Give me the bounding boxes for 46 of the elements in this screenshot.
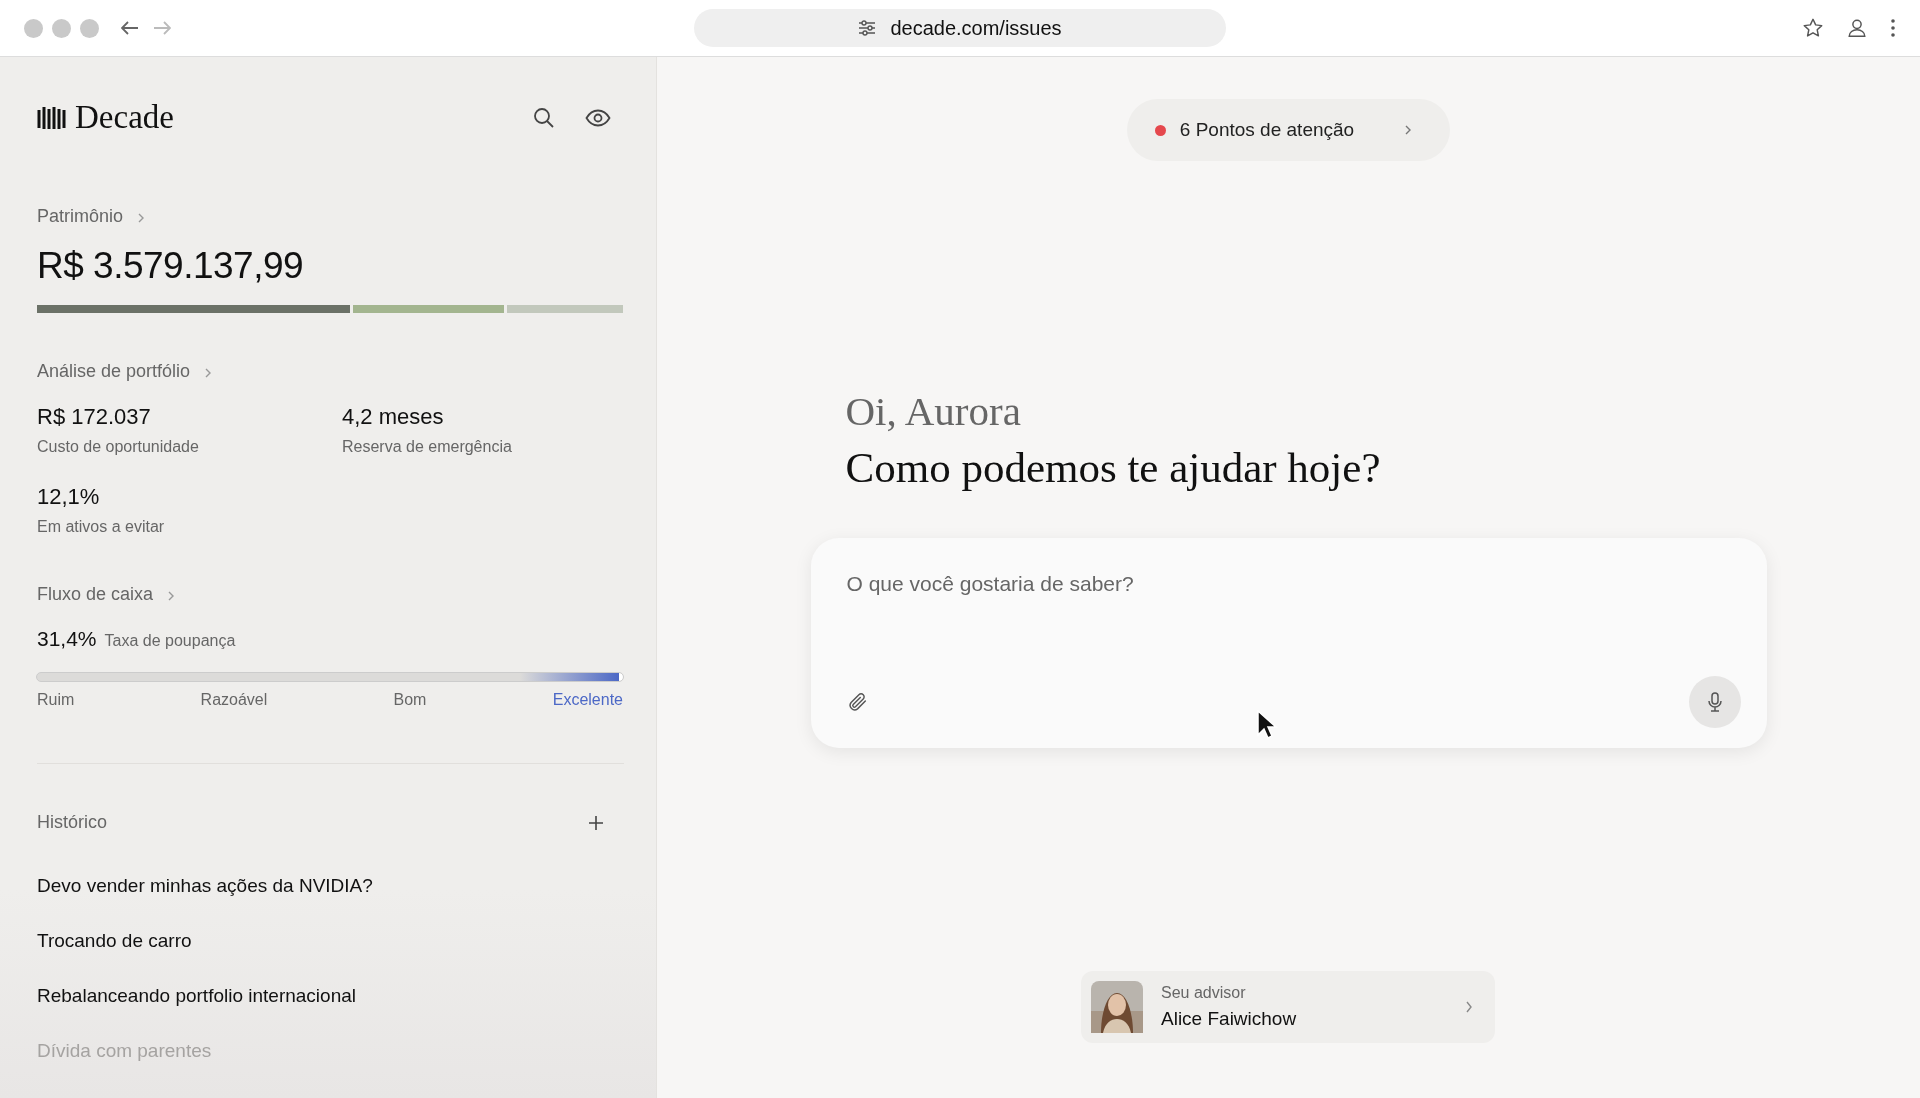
metric-label: Custo de oportunidade xyxy=(37,438,200,456)
prompt-field[interactable]: O que você gostaria de saber? xyxy=(810,538,1767,748)
advisor-name: Alice Faiwichow xyxy=(1161,1008,1297,1030)
microphone-icon xyxy=(1705,692,1724,712)
metric-value: R$ 172.037 xyxy=(37,404,152,430)
chevron-icon xyxy=(204,366,213,379)
history-item[interactable]: Rebalanceando portfolio internacional xyxy=(37,985,356,1007)
section-link[interactable]: Análise de portfólio xyxy=(37,361,213,382)
menu-icon[interactable] xyxy=(1890,18,1896,38)
advisor-caption: Seu advisor xyxy=(1161,984,1247,1002)
alerts-button[interactable]: 6 Pontos de atenção xyxy=(1126,99,1451,161)
metric-value: 4,2 meses xyxy=(342,404,445,430)
eye-icon[interactable] xyxy=(585,108,611,127)
greeting: Oi, Aurora xyxy=(845,387,1022,435)
attachment-icon[interactable] xyxy=(846,691,869,713)
chevron-icon xyxy=(1404,124,1413,136)
metric-value: 12,1% xyxy=(37,484,101,510)
logo-icon xyxy=(37,104,67,131)
savings-rate-label: Taxa de poupança xyxy=(104,632,236,650)
rating-label: Excelente xyxy=(552,691,623,709)
history-item[interactable]: Trocando de carro xyxy=(37,930,192,952)
chevron-icon xyxy=(137,211,146,224)
section-link[interactable]: Patrimônio xyxy=(37,206,146,227)
wealth-value: R$ 3.579.137,99 xyxy=(37,245,305,287)
rating-label: Bom xyxy=(393,691,427,709)
metric-label: Reserva de emergência xyxy=(342,438,513,456)
history-item[interactable]: Devo vender minhas ações da NVIDIA? xyxy=(37,875,373,897)
search-icon[interactable] xyxy=(533,106,555,129)
address-bar[interactable]: decade.com/issues xyxy=(694,9,1226,47)
chevron-icon xyxy=(1465,1000,1473,1014)
star-icon[interactable] xyxy=(1802,17,1824,39)
profile-icon[interactable] xyxy=(1846,17,1868,39)
metric-label: Em ativos a evitar xyxy=(37,518,166,536)
brand-name: Decade xyxy=(75,99,174,136)
url-text: decade.com/issues xyxy=(890,16,1062,40)
back-icon[interactable] xyxy=(121,21,139,35)
settings-icon[interactable] xyxy=(858,20,877,36)
rating-label: Razoável xyxy=(200,691,268,709)
advisor-card[interactable]: Seu advisor Alice Faiwichow xyxy=(1081,971,1495,1043)
savings-rate-value: 31,4% xyxy=(37,627,97,651)
history-title: Histórico xyxy=(37,812,107,833)
chevron-icon xyxy=(167,589,176,602)
section-link[interactable]: Fluxo de caixa xyxy=(37,584,176,605)
rating-label: Ruim xyxy=(37,691,75,709)
add-icon[interactable] xyxy=(588,814,604,831)
headline: Como podemos te ajudar hoje? xyxy=(845,443,1382,492)
